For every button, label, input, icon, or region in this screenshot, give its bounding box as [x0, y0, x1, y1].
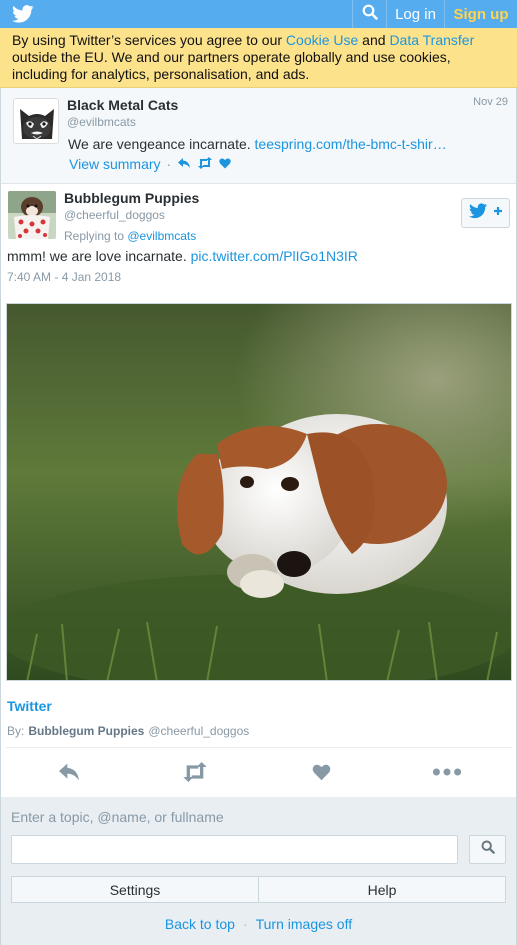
- help-button[interactable]: Help: [258, 876, 506, 903]
- heart-icon[interactable]: [306, 760, 336, 784]
- reply-icon[interactable]: [177, 156, 191, 172]
- tweet-text: mmm! we are love incarnate. pic.twitter.…: [7, 248, 358, 264]
- avatar[interactable]: [8, 191, 56, 239]
- tweet-photo[interactable]: [6, 303, 512, 681]
- replying-to-link[interactable]: @evilbmcats: [127, 229, 196, 243]
- author-handle[interactable]: @evilbmcats: [67, 115, 136, 129]
- author-handle[interactable]: @cheerful_doggos: [64, 208, 165, 222]
- replying-to: Replying to @evilbmcats: [64, 229, 196, 243]
- tweet-timestamp: 7:40 AM - 4 Jan 2018: [7, 270, 122, 284]
- cookie-banner: By using Twitter’s services you agree to…: [0, 28, 517, 88]
- follow-button[interactable]: [461, 198, 510, 228]
- search-button[interactable]: [352, 0, 386, 28]
- by-label: By:: [7, 724, 25, 738]
- cookie-use-link[interactable]: Cookie Use: [286, 32, 358, 48]
- author-name[interactable]: Black Metal Cats: [67, 97, 178, 113]
- signup-link[interactable]: Sign up: [444, 0, 517, 28]
- card-title-link[interactable]: Twitter: [7, 698, 52, 714]
- card-attribution: By: Bubblegum Puppies @cheerful_doggos: [7, 724, 249, 738]
- search-submit-button[interactable]: [469, 835, 506, 864]
- search-input[interactable]: [11, 835, 458, 864]
- settings-button[interactable]: Settings: [11, 876, 259, 903]
- more-icon[interactable]: [432, 760, 462, 784]
- data-transfer-link[interactable]: Data Transfer: [389, 32, 474, 48]
- top-bar: Log in Sign up: [0, 0, 517, 28]
- reply-icon[interactable]: [54, 760, 84, 784]
- tweet-text-body: mmm! we are love incarnate.: [7, 248, 191, 264]
- cookie-text-middle: and: [358, 32, 390, 48]
- by-name[interactable]: Bubblegum Puppies: [28, 724, 144, 738]
- login-link[interactable]: Log in: [386, 0, 444, 28]
- retweet-icon[interactable]: [180, 760, 210, 784]
- footer-links: Back to top · Turn images off: [0, 916, 517, 932]
- turn-images-off-link[interactable]: Turn images off: [256, 916, 353, 932]
- twitter-bird-icon[interactable]: [12, 5, 34, 23]
- retweet-icon[interactable]: [197, 156, 213, 172]
- tweet-pic-link[interactable]: pic.twitter.com/PlIGo1N3IR: [191, 248, 358, 264]
- search-icon: [481, 840, 495, 859]
- tweet-date[interactable]: Nov 29: [473, 96, 508, 108]
- tweet-actions: [0, 748, 517, 796]
- tweet-summary-actions: View summary ·: [69, 156, 231, 172]
- tweet-text-body: We are vengeance incarnate.: [68, 136, 255, 152]
- avatar[interactable]: [13, 98, 59, 144]
- heart-icon[interactable]: [219, 156, 231, 172]
- search-label: Enter a topic, @name, or fullname: [11, 809, 224, 825]
- back-to-top-link[interactable]: Back to top: [165, 916, 235, 932]
- view-summary-link[interactable]: View summary: [69, 156, 161, 172]
- follow-bird-plus-icon: [468, 202, 503, 224]
- author-name[interactable]: Bubblegum Puppies: [64, 190, 199, 206]
- separator: ·: [166, 156, 172, 172]
- by-handle[interactable]: @cheerful_doggos: [148, 724, 249, 738]
- tweet-text: We are vengeance incarnate. teespring.co…: [68, 136, 508, 152]
- separator: ·: [242, 916, 248, 932]
- cookie-text-before: By using Twitter’s services you agree to…: [12, 32, 286, 48]
- tweet-link[interactable]: teespring.com/the-bmc-t-shir…: [255, 136, 447, 152]
- search-icon: [362, 4, 378, 25]
- cookie-text-after: outside the EU. We and our partners oper…: [12, 49, 451, 82]
- replying-prefix: Replying to: [64, 229, 128, 243]
